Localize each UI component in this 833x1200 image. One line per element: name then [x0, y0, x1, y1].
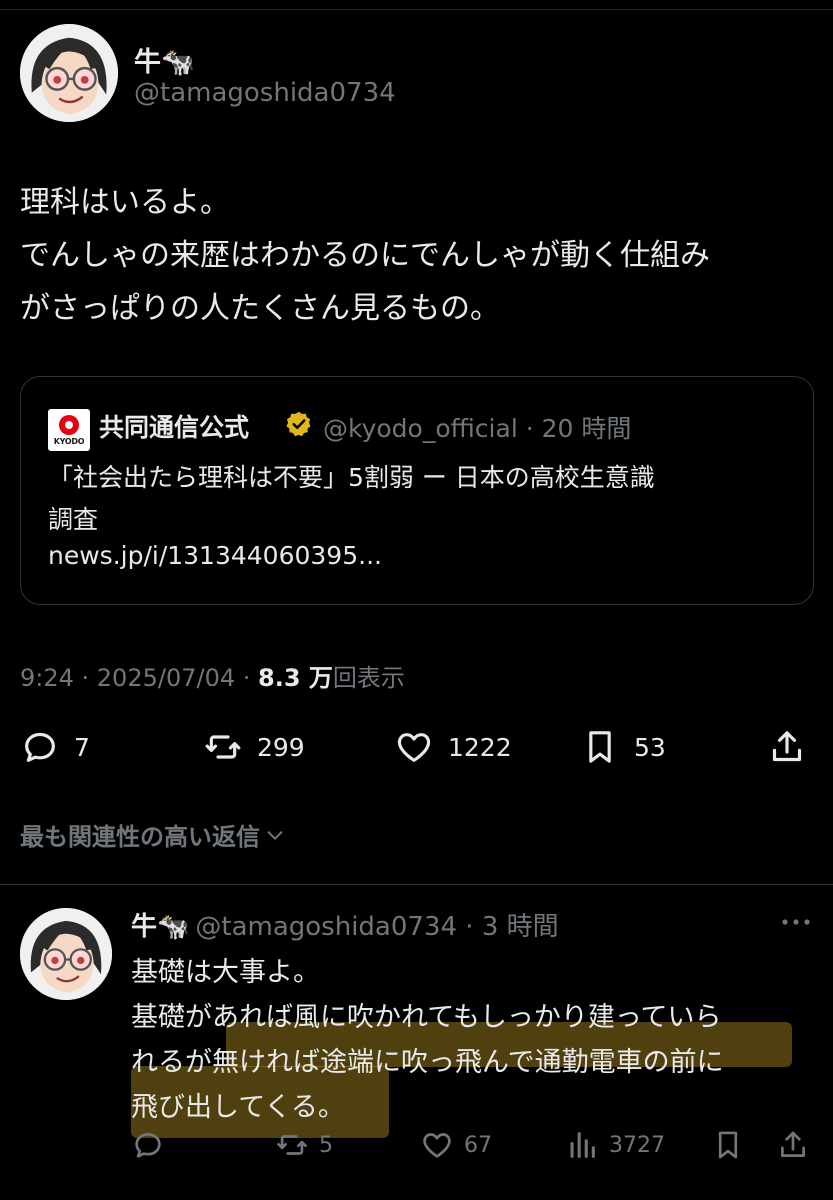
reply-button[interactable]: 7 [20, 727, 90, 767]
divider [0, 884, 833, 885]
heart-icon [397, 733, 431, 762]
bookmark-icon [589, 731, 611, 763]
reply-retweet-button[interactable]: 5 [275, 1128, 333, 1162]
reply-count: 7 [74, 732, 90, 762]
reply-icon [135, 1133, 161, 1158]
views-label: 回表示 [332, 664, 405, 692]
chevron-down-icon [267, 830, 283, 840]
verified-badge-icon [286, 411, 311, 437]
tweet-text-line: がさっぱりの人たくさん見るもの。 [20, 291, 500, 326]
retweet-button[interactable]: 299 [203, 727, 305, 767]
reply-header: 牛🐄 @tamagoshida0734 · 3 時間 [131, 906, 559, 943]
retweet-icon [205, 735, 241, 759]
reply-bookmark-button[interactable] [711, 1128, 745, 1162]
author-handle[interactable]: @tamagoshida0734 [134, 78, 396, 108]
relevant-replies-toggle[interactable]: 最も関連性の高い返信 [20, 817, 286, 852]
like-count: 1222 [448, 732, 512, 762]
tweet-text-line: 理科はいるよ。 [20, 185, 230, 220]
bookmark-button[interactable]: 53 [580, 727, 666, 767]
tweet-text-line: でんしゃの来歴はわかるのにでんしゃが動く仕組み [20, 238, 710, 273]
reply-share-button[interactable] [776, 1128, 810, 1162]
analytics-icon [570, 1132, 595, 1158]
reply-text-line: 飛び出してくる。 [131, 1092, 345, 1123]
more-options-icon[interactable] [779, 912, 813, 932]
tweet-timestamp[interactable]: 9:24 · 2025/07/04 · [20, 664, 258, 692]
reply-text: 基礎は大事よ。 基礎があれば風に吹かれてもしっかり建っていら れるが無ければ途端… [131, 950, 821, 1130]
tweet-text: 理科はいるよ。 でんしゃの来歴はわかるのにでんしゃが動く仕組み がさっぱりの人た… [20, 176, 820, 335]
share-icon [772, 731, 802, 762]
reply-author-avatar[interactable] [20, 908, 112, 1000]
reply-views-button[interactable]: 3727 [565, 1128, 665, 1162]
bookmark-icon [718, 1131, 738, 1159]
reply-icon [25, 732, 55, 762]
author-name[interactable]: 牛🐄 [134, 40, 195, 79]
retweet-count: 299 [257, 732, 305, 762]
reply-text-line: 基礎があれば風に吹かれてもしっかり建っていら [131, 1002, 722, 1033]
tweet-meta: 9:24 · 2025/07/04 · 8.3 万回表示 [20, 658, 405, 693]
top-edge [0, 0, 833, 10]
share-icon [781, 1131, 805, 1157]
quoted-author-name: 共同通信公式 [99, 413, 250, 442]
reply-text-line: 基礎は大事よ。 [131, 957, 320, 988]
reply-handle-time[interactable]: @tamagoshida0734 · 3 時間 [195, 912, 558, 942]
quoted-text: 「社会出たら理科は不要」5割弱 ー 日本の高校生意識 調査 [48, 457, 798, 541]
reply-reply-button[interactable] [131, 1128, 175, 1162]
kyodo-logo-icon: KYODO [48, 409, 90, 451]
share-button[interactable] [767, 727, 807, 767]
quoted-text-line: 「社会出たら理科は不要」5割弱 ー 日本の高校生意識 [48, 463, 655, 492]
reply-author-name[interactable]: 牛🐄 [131, 912, 189, 942]
quoted-link[interactable]: news.jp/i/131344060395... [48, 541, 382, 570]
heart-icon [423, 1133, 451, 1158]
reply-like-count: 67 [464, 1132, 492, 1158]
bookmark-count: 53 [634, 732, 666, 762]
reply-text-line: れるが無ければ途端に吹っ飛んで通勤電車の前に [131, 1047, 724, 1078]
relevant-replies-label: 最も関連性の高い返信 [20, 823, 260, 851]
avatar-illustration-icon [20, 908, 112, 1000]
reply-like-button[interactable]: 67 [420, 1128, 492, 1162]
quoted-tweet-card[interactable]: KYODO 共同通信公式 @kyodo_official · 20 時間 「社会… [20, 376, 814, 605]
views-count: 8.3 万 [258, 664, 333, 692]
reply-retweet-count: 5 [319, 1132, 333, 1158]
quoted-handle-time: @kyodo_official · 20 時間 [323, 414, 632, 443]
author-avatar[interactable] [20, 24, 118, 122]
avatar-illustration-icon [20, 24, 118, 122]
retweet-icon [277, 1135, 307, 1155]
like-button[interactable]: 1222 [394, 727, 512, 767]
quoted-text-line: 調査 [48, 505, 99, 534]
reply-views-count: 3727 [609, 1132, 665, 1158]
